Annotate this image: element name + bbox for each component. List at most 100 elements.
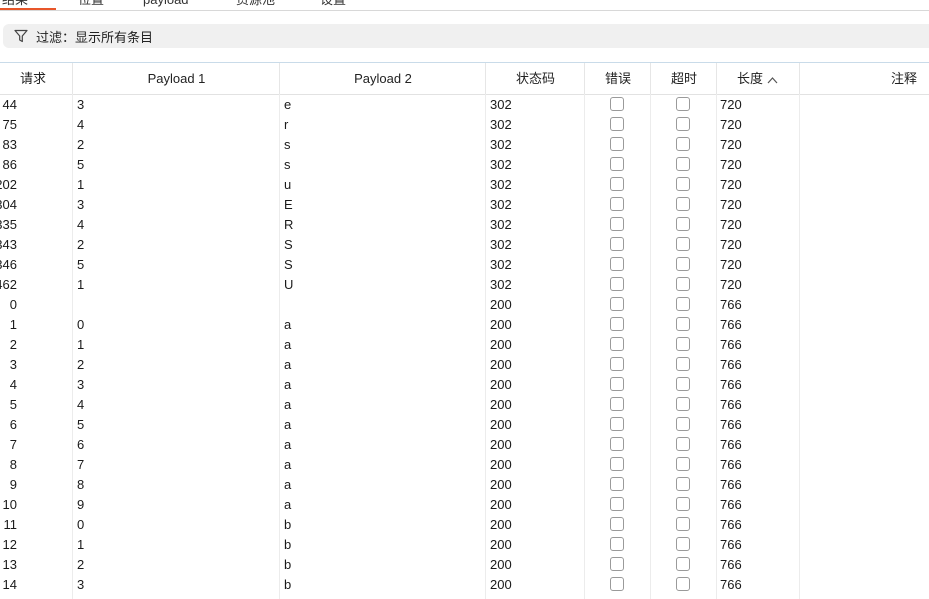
table-row[interactable]: 7 6 a 200 766 [0, 435, 929, 455]
cell-payload1: 4 [77, 217, 85, 232]
cell-request: 12 [2, 537, 17, 552]
table-row[interactable]: 1 0 a 200 766 [0, 315, 929, 335]
table-row[interactable]: 44 3 e 302 720 [0, 95, 929, 115]
cell-request: 6 [9, 417, 17, 432]
filter-bar[interactable]: 过滤：显示所有条目 [3, 24, 929, 48]
error-checkbox [610, 117, 624, 131]
timeout-checkbox [676, 257, 690, 271]
cell-payload1: 0 [77, 317, 85, 332]
cell-status: 302 [490, 217, 512, 232]
table-row[interactable]: 8 7 a 200 766 [0, 455, 929, 475]
filter-funnel-icon [14, 28, 30, 44]
cell-payload1: 3 [77, 577, 85, 592]
table-row[interactable]: 343 2 S 302 720 [0, 235, 929, 255]
cell-payload2: a [284, 477, 292, 492]
cell-length: 766 [720, 457, 742, 472]
cell-payload1: 1 [77, 177, 85, 192]
table-row[interactable]: 202 1 u 302 720 [0, 175, 929, 195]
table-row[interactable]: 2 1 a 200 766 [0, 335, 929, 355]
table-row[interactable]: 0 200 766 [0, 295, 929, 315]
cell-length: 766 [720, 437, 742, 452]
table-row[interactable]: 5 4 a 200 766 [0, 395, 929, 415]
table-row[interactable]: 75 4 r 302 720 [0, 115, 929, 135]
error-checkbox [610, 377, 624, 391]
cell-request: 304 [0, 197, 17, 212]
cell-payload1: 3 [77, 197, 85, 212]
cell-length: 766 [720, 517, 742, 532]
cell-request: 9 [9, 477, 17, 492]
column-divider [485, 94, 486, 599]
cell-length: 766 [720, 417, 742, 432]
cell-length: 720 [720, 97, 742, 112]
timeout-checkbox [676, 417, 690, 431]
cell-request: 86 [2, 157, 17, 172]
table-row[interactable]: 11 0 b 200 766 [0, 515, 929, 535]
table-row[interactable]: 83 2 s 302 720 [0, 135, 929, 155]
cell-payload1: 7 [77, 457, 85, 472]
column-header-payload2[interactable]: Payload 2 [279, 63, 486, 94]
table-row[interactable]: 9 8 a 200 766 [0, 475, 929, 495]
tab-payloads[interactable]: payload [143, 0, 189, 9]
tab-settings[interactable]: 设置 [320, 0, 346, 9]
timeout-checkbox [676, 157, 690, 171]
cell-payload1: 3 [77, 97, 85, 112]
column-header-length[interactable]: 长度 [716, 63, 799, 94]
table-row[interactable]: 304 3 E 302 720 [0, 195, 929, 215]
cell-request: 83 [2, 137, 17, 152]
cell-request: 4 [9, 377, 17, 392]
cell-payload2: r [284, 117, 289, 132]
table-row[interactable]: 12 1 b 200 766 [0, 535, 929, 555]
error-checkbox [610, 237, 624, 251]
cell-status: 302 [490, 157, 512, 172]
column-header-error[interactable]: 错误 [584, 63, 651, 94]
table-row[interactable]: 462 1 U 302 720 [0, 275, 929, 295]
tab-positions[interactable]: 位置 [78, 0, 104, 9]
error-checkbox [610, 97, 624, 111]
table-row[interactable]: 6 5 a 200 766 [0, 415, 929, 435]
timeout-checkbox [676, 497, 690, 511]
error-checkbox [610, 417, 624, 431]
cell-payload1: 6 [77, 437, 85, 452]
cell-status: 200 [490, 297, 512, 312]
cell-payload2: b [284, 537, 292, 552]
cell-payload1: 8 [77, 477, 85, 492]
cell-payload2: s [284, 157, 291, 172]
cell-payload2: a [284, 417, 292, 432]
column-header-status[interactable]: 状态码 [485, 63, 585, 94]
column-divider [584, 94, 585, 599]
table-row[interactable]: 10 9 a 200 766 [0, 495, 929, 515]
column-divider [72, 94, 73, 599]
table-row[interactable]: 86 5 s 302 720 [0, 155, 929, 175]
table-row[interactable]: 14 3 b 200 766 [0, 575, 929, 595]
table-row[interactable]: 4 3 a 200 766 [0, 375, 929, 395]
cell-length: 720 [720, 217, 742, 232]
active-tab-indicator [0, 8, 56, 10]
cell-payload1: 3 [77, 377, 85, 392]
cell-request: 462 [0, 277, 17, 292]
table-row[interactable]: 335 4 R 302 720 [0, 215, 929, 235]
timeout-checkbox [676, 517, 690, 531]
timeout-checkbox [676, 277, 690, 291]
results-table: 请求 Payload 1 Payload 2 状态码 错误 超时 长度 注释 4… [0, 62, 929, 595]
cell-length: 720 [720, 177, 742, 192]
tab-resource-pool[interactable]: 资源池 [236, 0, 275, 9]
cell-status: 302 [490, 137, 512, 152]
timeout-checkbox [676, 197, 690, 211]
column-header-request[interactable]: 请求 [0, 63, 72, 94]
cell-status: 200 [490, 437, 512, 452]
column-header-comment[interactable]: 注释 [799, 63, 929, 94]
cell-request: 5 [9, 397, 17, 412]
cell-length: 766 [720, 317, 742, 332]
table-row[interactable]: 13 2 b 200 766 [0, 555, 929, 575]
table-row[interactable]: 346 5 S 302 720 [0, 255, 929, 275]
cell-length: 720 [720, 237, 742, 252]
error-checkbox [610, 477, 624, 491]
cell-payload2: s [284, 137, 291, 152]
column-header-payload1[interactable]: Payload 1 [72, 63, 280, 94]
cell-length: 720 [720, 157, 742, 172]
column-divider [279, 94, 280, 599]
column-header-timeout[interactable]: 超时 [650, 63, 717, 94]
cell-length: 720 [720, 277, 742, 292]
table-row[interactable]: 3 2 a 200 766 [0, 355, 929, 375]
cell-payload1: 2 [77, 237, 85, 252]
